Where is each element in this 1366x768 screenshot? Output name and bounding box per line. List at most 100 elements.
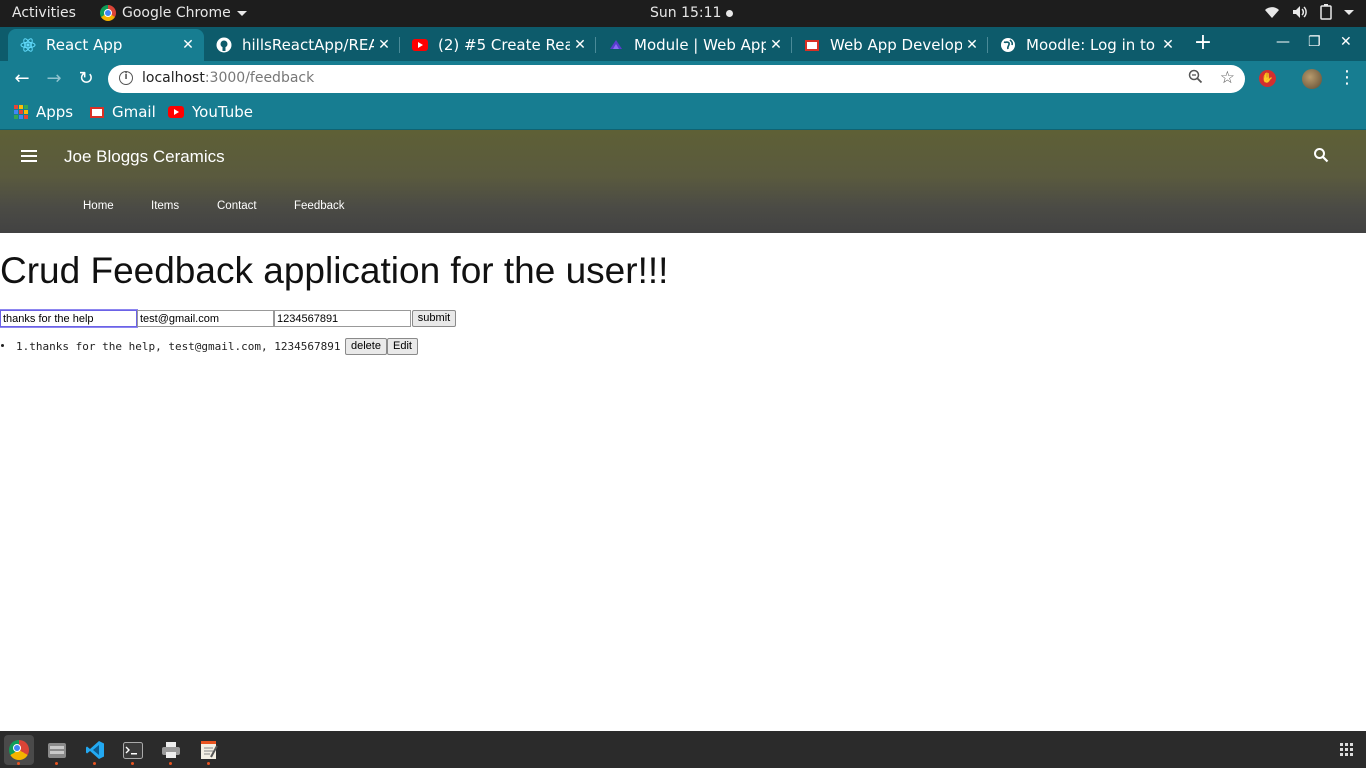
close-window-icon[interactable]: ✕ xyxy=(1340,34,1352,50)
react-icon xyxy=(20,37,36,53)
avatar[interactable] xyxy=(1302,69,1322,89)
tab-github[interactable]: hillsReactApp/REA ✕ xyxy=(204,29,400,61)
taskbar xyxy=(0,731,1366,768)
nav-home[interactable]: Home xyxy=(83,200,114,212)
phone-input[interactable] xyxy=(274,310,411,327)
close-icon[interactable]: ✕ xyxy=(766,37,786,53)
tab-strip: React App ✕ hillsReactApp/REA ✕ (2) #5 C… xyxy=(0,27,1366,61)
zoom-icon[interactable] xyxy=(1188,69,1203,88)
grid-dot xyxy=(14,115,18,119)
show-applications-icon[interactable] xyxy=(1340,743,1353,756)
restore-icon[interactable]: ❐ xyxy=(1308,34,1321,50)
url-path: :3000/feedback xyxy=(204,70,315,86)
tab-title: (2) #5 Create React xyxy=(438,36,570,54)
dock-files[interactable] xyxy=(42,735,72,765)
grid-dot xyxy=(14,110,18,114)
grid-dot xyxy=(1340,753,1343,756)
url-text[interactable]: localhost:3000/feedback xyxy=(142,70,314,86)
close-icon[interactable]: ✕ xyxy=(178,37,198,53)
vscode-icon xyxy=(86,741,104,759)
grid-dot xyxy=(1350,743,1353,746)
brand-title: Joe Bloggs Ceramics xyxy=(64,147,225,166)
gmail-envelope-icon xyxy=(805,39,819,51)
hamburger-menu-icon[interactable] xyxy=(21,150,37,162)
chrome-icon xyxy=(100,5,116,21)
bookmark-youtube[interactable]: YouTube xyxy=(168,103,253,121)
volume-icon xyxy=(1293,6,1307,18)
reload-icon[interactable]: ↻ xyxy=(74,67,98,91)
comment-input[interactable] xyxy=(0,309,138,328)
chevron-down-icon xyxy=(236,10,247,16)
tab-module[interactable]: Module | Web App ✕ xyxy=(596,29,792,61)
tab-gmail[interactable]: Web App Developm ✕ xyxy=(792,29,988,61)
battery-icon xyxy=(1320,4,1332,20)
grid-dot xyxy=(24,115,28,119)
running-indicator xyxy=(17,762,20,765)
tab-youtube-video[interactable]: (2) #5 Create React ✕ xyxy=(400,29,596,61)
email-input[interactable] xyxy=(137,310,274,327)
dock-printer[interactable] xyxy=(156,735,186,765)
forward-icon[interactable]: → xyxy=(42,67,66,91)
bookmark-star-icon[interactable]: ☆ xyxy=(1220,68,1235,88)
nav-contact[interactable]: Contact xyxy=(217,200,257,212)
nav-items[interactable]: Items xyxy=(151,200,179,212)
module-icon xyxy=(608,37,624,53)
info-icon[interactable]: i xyxy=(119,71,133,85)
activities-button[interactable]: Activities xyxy=(12,5,76,21)
extension-icon[interactable]: ✋ xyxy=(1259,70,1276,87)
new-tab-button[interactable]: + xyxy=(1190,32,1216,55)
system-clock[interactable]: Sun 15:11 xyxy=(650,5,734,21)
tab-moodle[interactable]: Moodle: Log in to tl ✕ xyxy=(988,29,1184,61)
feedback-item-text: 1.thanks for the help, test@gmail.com, 1… xyxy=(16,340,341,353)
youtube-icon xyxy=(168,106,184,118)
grid-dot xyxy=(1350,753,1353,756)
close-icon[interactable]: ✕ xyxy=(570,37,590,53)
dock-text-editor[interactable] xyxy=(194,735,224,765)
tab-title: Moodle: Log in to tl xyxy=(1026,36,1158,54)
grid-dot xyxy=(1345,743,1348,746)
grid-dot xyxy=(1340,748,1343,751)
tab-title: Module | Web App xyxy=(634,36,766,54)
notification-dot-icon xyxy=(726,9,734,17)
edit-button[interactable]: Edit xyxy=(387,338,418,355)
hamburger-line xyxy=(21,150,37,152)
bookmark-apps[interactable]: Apps xyxy=(14,103,73,121)
close-icon[interactable]: ✕ xyxy=(374,37,394,53)
close-icon[interactable]: ✕ xyxy=(1158,37,1178,53)
close-icon[interactable]: ✕ xyxy=(962,37,982,53)
menu-icon[interactable]: ⋮ xyxy=(1338,67,1356,88)
dock-vscode[interactable] xyxy=(80,735,110,765)
grid-dot xyxy=(24,105,28,109)
clock-label: Sun 15:11 xyxy=(650,5,722,21)
delete-button[interactable]: delete xyxy=(345,338,387,355)
bullet-icon xyxy=(1,344,4,347)
back-icon[interactable]: ← xyxy=(10,67,34,91)
dock-terminal[interactable] xyxy=(118,735,148,765)
hamburger-line xyxy=(21,160,37,162)
running-indicator xyxy=(93,762,96,765)
bookmark-label: Apps xyxy=(36,103,74,121)
nav-feedback[interactable]: Feedback xyxy=(294,200,345,212)
bookmark-gmail[interactable]: Gmail xyxy=(90,103,156,121)
tab-title: Web App Developm xyxy=(830,36,962,54)
page-content: Crud Feedback application for the user!!… xyxy=(0,233,1366,731)
tab-react-app[interactable]: React App ✕ xyxy=(8,29,204,61)
address-bar[interactable]: i localhost:3000/feedback ☆ xyxy=(108,65,1245,93)
running-indicator xyxy=(131,762,134,765)
system-status-area[interactable] xyxy=(1264,4,1354,20)
chrome-icon xyxy=(9,740,29,760)
globe-icon xyxy=(1000,37,1016,53)
search-icon[interactable] xyxy=(1313,147,1329,163)
chevron-down-icon xyxy=(1344,9,1354,15)
app-menu-label: Google Chrome xyxy=(122,5,231,21)
tab-title: React App xyxy=(46,36,123,54)
youtube-icon xyxy=(412,37,428,53)
terminal-icon xyxy=(123,741,143,759)
github-icon xyxy=(216,37,232,53)
app-menu[interactable]: Google Chrome xyxy=(100,5,247,21)
minimize-icon[interactable]: — xyxy=(1276,34,1290,50)
grid-dot xyxy=(1350,748,1353,751)
dock-chrome[interactable] xyxy=(4,735,34,765)
printer-icon xyxy=(162,742,180,758)
submit-button[interactable]: submit xyxy=(412,310,456,327)
